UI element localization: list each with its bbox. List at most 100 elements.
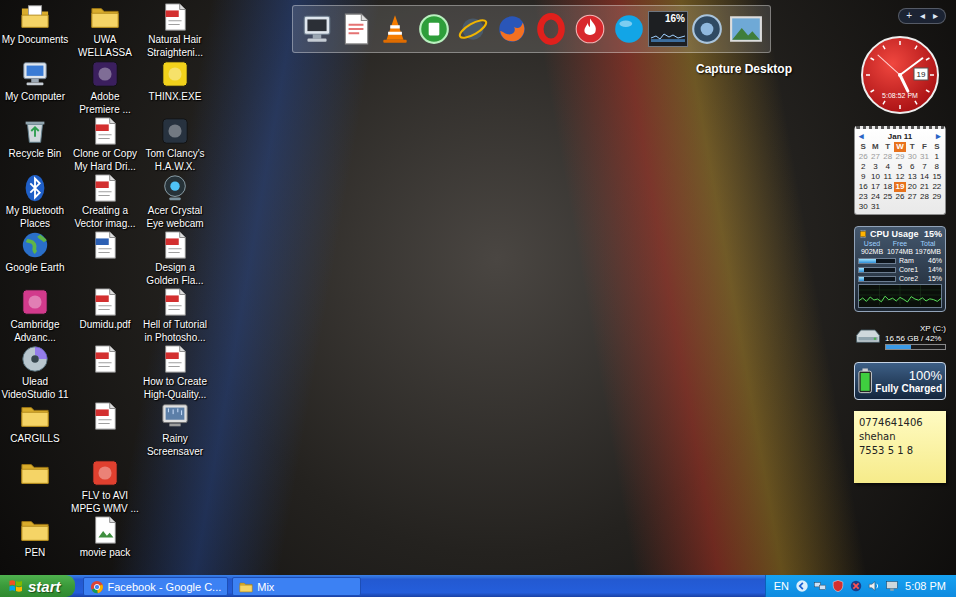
desktop-icon[interactable]: UWAWELLASSA bbox=[70, 2, 140, 59]
desktop-icon[interactable]: Google Earth bbox=[0, 230, 70, 287]
desktop-icon-label: WELLASSA bbox=[78, 47, 132, 58]
app-icon bbox=[90, 458, 120, 488]
calendar-day[interactable]: 29 bbox=[894, 152, 906, 162]
tray-clock[interactable]: 5:08 PM bbox=[903, 580, 948, 592]
calendar-day[interactable]: 6 bbox=[906, 162, 918, 172]
sticky-note[interactable]: 0774641406shehan7553 5 1 8 bbox=[854, 411, 946, 483]
dock-item[interactable] bbox=[377, 9, 413, 49]
calendar-day[interactable]: 31 bbox=[918, 152, 930, 162]
calendar-day[interactable]: 26 bbox=[894, 192, 906, 202]
calendar-day[interactable]: 20 bbox=[906, 182, 918, 192]
desktop-icon[interactable]: Design aGolden Fla... bbox=[140, 230, 210, 287]
desktop-icon[interactable]: AdobePremiere ... bbox=[70, 59, 140, 116]
calendar-prev[interactable]: ◂ bbox=[859, 131, 864, 141]
dock-item[interactable] bbox=[611, 9, 647, 49]
desktop-icon[interactable] bbox=[70, 230, 140, 287]
webcam-icon bbox=[160, 173, 190, 203]
globe-icon bbox=[20, 230, 50, 260]
desktop-icon[interactable]: My Computer bbox=[0, 59, 70, 116]
dock-item[interactable] bbox=[572, 9, 608, 49]
task-button[interactable]: Mix bbox=[232, 577, 361, 596]
desktop-icon[interactable]: My BluetoothPlaces bbox=[0, 173, 70, 230]
dock-item[interactable] bbox=[533, 9, 569, 49]
calendar-header: ◂Jan 11▸ bbox=[857, 131, 943, 142]
calendar-day[interactable]: 31 bbox=[869, 202, 881, 212]
disc-icon bbox=[20, 344, 50, 374]
desktop-icon[interactable]: Natural HairStraighteni... bbox=[140, 2, 210, 59]
calendar-day[interactable]: 8 bbox=[931, 162, 943, 172]
desktop-icon[interactable]: How to CreateHigh-Quality... bbox=[140, 344, 210, 401]
desktop-icon[interactable]: CARGILLS bbox=[0, 401, 70, 458]
desktop-icon[interactable]: Acer CrystalEye webcam bbox=[140, 173, 210, 230]
desktop-icon[interactable]: THINX.EXE bbox=[140, 59, 210, 116]
calendar-day[interactable]: 7 bbox=[918, 162, 930, 172]
calendar-day[interactable]: 28 bbox=[882, 152, 894, 162]
calendar-day[interactable]: 16 bbox=[857, 182, 869, 192]
language-indicator[interactable]: EN bbox=[772, 580, 791, 592]
desktop-icon[interactable]: movie pack bbox=[70, 515, 140, 572]
calendar-day[interactable]: 9 bbox=[857, 172, 869, 182]
calendar-day[interactable]: 17 bbox=[869, 182, 881, 192]
calendar-day[interactable]: 21 bbox=[918, 182, 930, 192]
desktop-icon[interactable]: Hell of Tutorialin Photosho... bbox=[140, 287, 210, 344]
desktop-icon[interactable]: Creating aVector imag... bbox=[70, 173, 140, 230]
desktop-icon[interactable]: PEN bbox=[0, 515, 70, 572]
desktop-icon[interactable]: CambridgeAdvanc... bbox=[0, 287, 70, 344]
calendar-day[interactable]: 12 bbox=[894, 172, 906, 182]
dock-item[interactable] bbox=[494, 9, 530, 49]
calendar-day[interactable]: 28 bbox=[918, 192, 930, 202]
dock-item[interactable] bbox=[689, 9, 725, 49]
calendar-day[interactable]: 5 bbox=[894, 162, 906, 172]
desktop-icon[interactable]: Clone or CopyMy Hard Dri... bbox=[70, 116, 140, 173]
calendar-day[interactable]: 18 bbox=[882, 182, 894, 192]
calendar-day[interactable]: 29 bbox=[931, 192, 943, 202]
desktop-icon[interactable]: My Documents bbox=[0, 2, 70, 59]
dock-item[interactable] bbox=[728, 9, 764, 49]
dock-meter[interactable]: 16% bbox=[650, 9, 686, 49]
calendar-day[interactable]: 13 bbox=[906, 172, 918, 182]
desktop-icon[interactable]: Dumidu.pdf bbox=[70, 287, 140, 344]
calendar-day[interactable]: 30 bbox=[906, 152, 918, 162]
calendar-day[interactable]: 27 bbox=[906, 192, 918, 202]
desktop-icon[interactable]: RainyScreensaver bbox=[140, 401, 210, 458]
task-button[interactable]: Facebook - Google C... bbox=[83, 577, 229, 596]
calendar-day[interactable]: 27 bbox=[869, 152, 881, 162]
dock-item[interactable] bbox=[455, 9, 491, 49]
usage-bar-row: Core215% bbox=[858, 275, 942, 283]
desktop-icon[interactable]: UleadVideoStudio 11 bbox=[0, 344, 70, 401]
memory-stat-label: Used bbox=[858, 240, 886, 248]
calendar-day[interactable]: 30 bbox=[857, 202, 869, 212]
calendar-day[interactable]: 1 bbox=[931, 152, 943, 162]
usage-bar-name: Core1 bbox=[899, 266, 925, 274]
calendar-day[interactable]: 22 bbox=[931, 182, 943, 192]
calendar-day[interactable]: 23 bbox=[857, 192, 869, 202]
calendar-day[interactable]: 4 bbox=[882, 162, 894, 172]
clock-gadget[interactable]: 195:08:52 PM bbox=[854, 35, 946, 115]
dock-item[interactable] bbox=[416, 9, 452, 49]
desktop-icon[interactable]: FLV to AVIMPEG WMV ... bbox=[70, 458, 140, 515]
calendar-day[interactable]: 14 bbox=[918, 172, 930, 182]
calendar-day[interactable]: 25 bbox=[882, 192, 894, 202]
calendar-next[interactable]: ▸ bbox=[936, 131, 941, 141]
calendar-day[interactable]: 3 bbox=[869, 162, 881, 172]
calendar-day[interactable]: 24 bbox=[869, 192, 881, 202]
calendar-day[interactable]: 2 bbox=[857, 162, 869, 172]
calendar-weekday: T bbox=[906, 142, 918, 152]
calendar-day[interactable]: 10 bbox=[869, 172, 881, 182]
desktop-icon[interactable]: Recycle Bin bbox=[0, 116, 70, 173]
calendar-day[interactable]: 19 bbox=[894, 182, 906, 192]
sidebar-control-button[interactable]: ▸ bbox=[930, 10, 941, 22]
desktop-icon[interactable]: Tom Clancy'sH.A.W.X. bbox=[140, 116, 210, 173]
start-button[interactable]: start bbox=[0, 575, 75, 597]
sidebar-control-button[interactable]: ◂ bbox=[917, 10, 928, 22]
dock-item[interactable] bbox=[299, 9, 335, 49]
calendar-day[interactable]: 15 bbox=[931, 172, 943, 182]
desktop-icon[interactable] bbox=[70, 344, 140, 401]
calendar-day[interactable]: 11 bbox=[882, 172, 894, 182]
calendar-day[interactable]: 26 bbox=[857, 152, 869, 162]
desktop-icon-label: Natural Hair bbox=[148, 34, 201, 45]
desktop-icon[interactable] bbox=[70, 401, 140, 458]
sidebar-control-button[interactable]: + bbox=[903, 10, 915, 22]
dock-item[interactable] bbox=[338, 9, 374, 49]
desktop-icon[interactable] bbox=[0, 458, 70, 515]
